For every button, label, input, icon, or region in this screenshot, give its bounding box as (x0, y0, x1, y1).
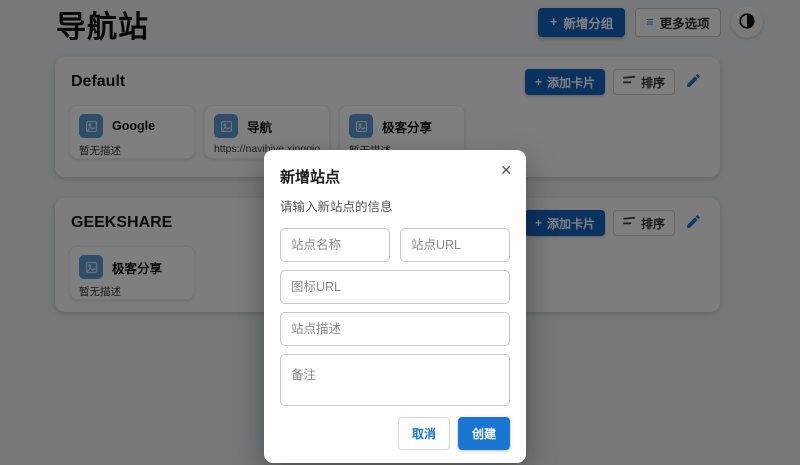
create-button[interactable]: 创建 (457, 417, 510, 450)
site-description-input[interactable] (280, 312, 510, 346)
close-button[interactable]: ✕ (500, 163, 512, 177)
field-row (280, 228, 510, 262)
site-name-input[interactable] (280, 228, 390, 262)
site-url-input[interactable] (400, 228, 510, 262)
add-site-dialog: 新增站点 ✕ 请输入新站点的信息 取消 创建 (264, 150, 526, 463)
dialog-title: 新增站点 (280, 169, 341, 186)
dialog-footer: 取消 创建 (280, 417, 510, 450)
dialog-subtitle: 请输入新站点的信息 (280, 200, 393, 214)
close-icon: ✕ (500, 162, 512, 178)
icon-url-input[interactable] (280, 270, 510, 304)
cancel-button[interactable]: 取消 (397, 417, 450, 450)
notes-textarea[interactable] (280, 354, 510, 406)
